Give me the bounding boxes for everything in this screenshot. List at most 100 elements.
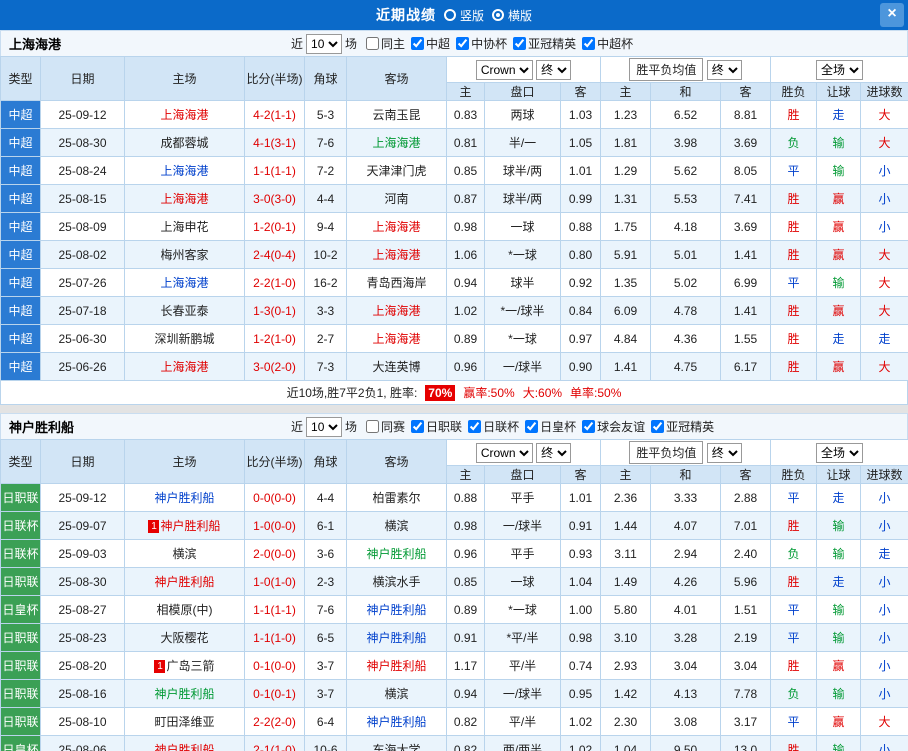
away-team[interactable]: 神户胜利船: [366, 547, 426, 561]
home-team[interactable]: 广岛三箭: [166, 659, 214, 673]
filter-checkbox[interactable]: [411, 36, 425, 50]
games-count-select[interactable]: 10: [306, 416, 343, 437]
score-cell: 4-1(3-1): [244, 128, 305, 157]
col-result-handicap: 让球: [816, 465, 862, 484]
home-team[interactable]: 上海海港: [160, 192, 208, 206]
filter-checkbox[interactable]: [456, 36, 470, 50]
home-team[interactable]: 神户胜利船: [154, 491, 214, 505]
wdl-average-button[interactable]: 胜平负均值: [629, 58, 704, 81]
filter-option[interactable]: 中超杯: [582, 35, 633, 52]
filter-checkbox[interactable]: [582, 36, 596, 50]
away-team-cell: 大连英博: [346, 352, 447, 381]
filter-checkbox[interactable]: [366, 36, 380, 50]
filter-option[interactable]: 日职联: [411, 418, 462, 435]
wdl-average-button[interactable]: 胜平负均值: [629, 441, 704, 464]
away-team[interactable]: 神户胜利船: [366, 631, 426, 645]
filter-checkbox[interactable]: [513, 36, 527, 50]
filter-option[interactable]: 同赛: [366, 418, 405, 435]
away-team[interactable]: 神户胜利船: [366, 603, 426, 617]
home-team[interactable]: 相模原(中): [157, 603, 213, 617]
filter-option[interactable]: 中超: [411, 35, 450, 52]
home-team[interactable]: 长春亚泰: [160, 304, 208, 318]
filter-option[interactable]: 同主: [366, 35, 405, 52]
filter-option[interactable]: 亚冠精英: [651, 418, 714, 435]
away-team[interactable]: 上海海港: [372, 304, 420, 318]
away-team[interactable]: 东海大学: [372, 743, 420, 751]
home-team[interactable]: 神户胜利船: [154, 743, 214, 751]
away-team[interactable]: 柏雷素尔: [372, 491, 420, 505]
home-team[interactable]: 梅州客家: [160, 248, 208, 262]
filter-option[interactable]: 日联杯: [468, 418, 519, 435]
handicap-away-odds: 1.03: [559, 100, 602, 129]
home-team[interactable]: 町田泽维亚: [154, 715, 214, 729]
home-team[interactable]: 上海海港: [160, 108, 208, 122]
away-team[interactable]: 神户胜利船: [366, 715, 426, 729]
filter-checkbox[interactable]: [411, 419, 425, 433]
result-handicap: 赢: [816, 184, 862, 213]
col-result-wdl: 胜负: [770, 465, 818, 484]
result-handicap: 输: [816, 539, 862, 568]
corners-cell: 2-3: [304, 567, 347, 596]
home-team[interactable]: 神户胜利船: [160, 519, 220, 533]
away-team[interactable]: 神户胜利船: [366, 659, 426, 673]
home-team[interactable]: 上海海港: [160, 360, 208, 374]
home-team[interactable]: 大阪樱花: [160, 631, 208, 645]
handicap-home-odds: 0.85: [446, 567, 485, 596]
layout-radio-horizontal[interactable]: 横版: [492, 7, 532, 24]
final-odds-select[interactable]: 终: [536, 59, 572, 80]
away-team[interactable]: 横滨水手: [372, 575, 420, 589]
fullmatch-select[interactable]: 全场: [816, 442, 864, 463]
fullmatch-select[interactable]: 全场: [816, 59, 864, 80]
league-type-cell: 日联杯: [0, 539, 41, 568]
company-select[interactable]: Crown: [475, 59, 533, 80]
away-team[interactable]: 大连英博: [372, 360, 420, 374]
games-count-select[interactable]: 10: [306, 33, 343, 54]
away-team[interactable]: 青岛西海岸: [366, 276, 426, 290]
handicap-home-odds: 1.06: [446, 240, 485, 269]
home-team[interactable]: 上海海港: [160, 276, 208, 290]
final-odds-select[interactable]: 终: [536, 442, 572, 463]
away-team[interactable]: 横滨: [384, 519, 408, 533]
home-team-cell: 长春亚泰: [124, 296, 245, 325]
filter-option[interactable]: 亚冠精英: [513, 35, 576, 52]
filter-checkbox[interactable]: [366, 419, 380, 433]
draw-odds: 6.52: [650, 100, 722, 129]
handicap-home-odds: 0.81: [446, 128, 485, 157]
close-icon[interactable]: ×: [880, 3, 904, 27]
away-team[interactable]: 河南: [384, 192, 408, 206]
home-team[interactable]: 横滨: [172, 547, 196, 561]
result-handicap: 赢: [816, 212, 862, 241]
away-team[interactable]: 上海海港: [372, 136, 420, 150]
radio-selected-icon[interactable]: [492, 9, 504, 21]
home-team[interactable]: 上海申花: [160, 220, 208, 234]
filter-checkbox[interactable]: [468, 419, 482, 433]
radio-icon[interactable]: [443, 9, 456, 21]
filter-checkbox[interactable]: [525, 419, 539, 433]
filter-option[interactable]: 中协杯: [456, 35, 507, 52]
filter-option[interactable]: 球会友谊: [582, 418, 645, 435]
final-odds-select[interactable]: 终: [706, 443, 742, 463]
away-team[interactable]: 上海海港: [372, 332, 420, 346]
layout-radio-vertical[interactable]: 竖版: [443, 7, 484, 24]
away-team[interactable]: 横滨: [384, 687, 408, 701]
final-odds-select[interactable]: 终: [706, 60, 742, 80]
result-goals: 走: [860, 324, 908, 353]
company-select[interactable]: Crown: [475, 442, 533, 463]
red-card-badge: 1: [148, 520, 160, 533]
match-row: 中超 25-07-26 上海海港 2-2(1-0) 16-2 青岛西海岸 0.94 球半 0.9…: [0, 268, 908, 297]
col-date: 日期: [40, 56, 125, 101]
home-team[interactable]: 神户胜利船: [154, 687, 214, 701]
home-team[interactable]: 深圳新鹏城: [154, 332, 214, 346]
filter-option[interactable]: 日皇杯: [525, 418, 576, 435]
away-team[interactable]: 云南玉昆: [372, 108, 420, 122]
handicap-home-odds: 0.89: [446, 595, 485, 624]
filter-checkbox[interactable]: [651, 419, 665, 433]
home-team[interactable]: 上海海港: [160, 164, 208, 178]
away-team[interactable]: 天津津门虎: [366, 164, 426, 178]
handicap-away-odds: 1.01: [559, 483, 602, 512]
away-team[interactable]: 上海海港: [372, 220, 420, 234]
filter-checkbox[interactable]: [582, 419, 596, 433]
home-team[interactable]: 成都蓉城: [160, 136, 208, 150]
home-team[interactable]: 神户胜利船: [154, 575, 214, 589]
away-team[interactable]: 上海海港: [372, 248, 420, 262]
